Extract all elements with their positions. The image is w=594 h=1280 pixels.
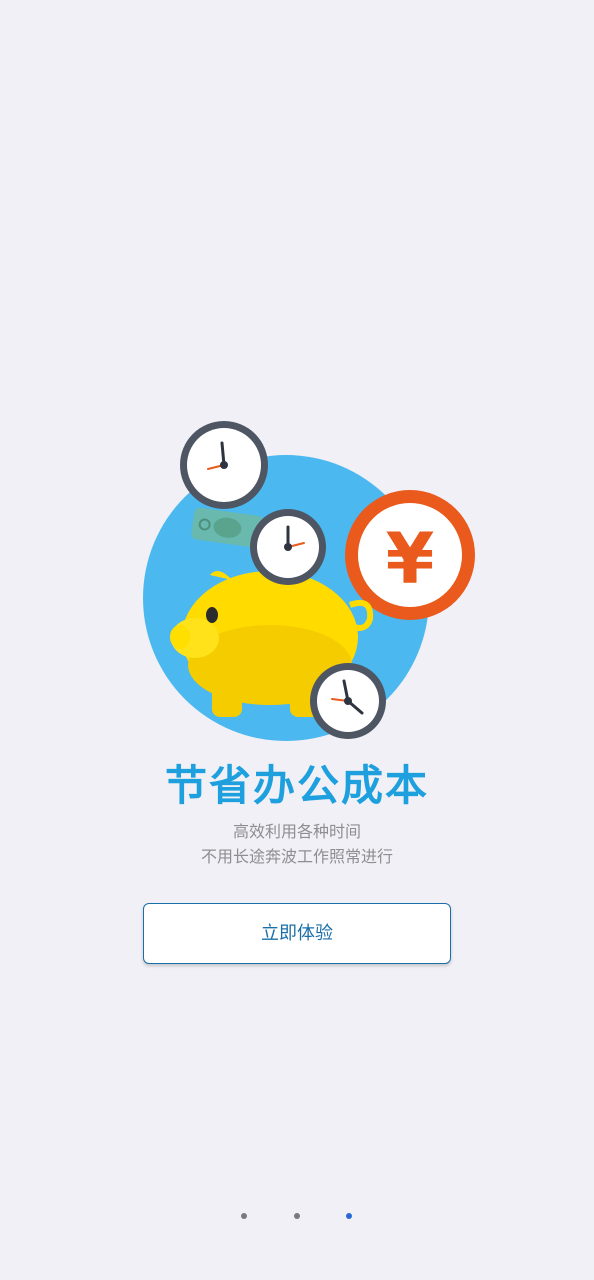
clock-icon (180, 421, 268, 509)
clock-icon (310, 663, 386, 739)
page-indicator (0, 1213, 594, 1221)
try-now-button[interactable]: 立即体验 (143, 903, 451, 964)
page-title: 节省办公成本 (164, 761, 429, 810)
currency-symbol: ¥ (386, 518, 435, 600)
page-dot-3-active[interactable] (346, 1213, 352, 1219)
page-dot-2[interactable] (294, 1213, 300, 1219)
subtitle-line-1: 高效利用各种时间 (232, 822, 361, 841)
clock-icon (250, 509, 326, 585)
page-dot-1[interactable] (241, 1213, 247, 1219)
subtitle-line-2: 不用长途奔波工作照常进行 (200, 847, 393, 866)
savings-illustration: ¥ (140, 415, 480, 745)
